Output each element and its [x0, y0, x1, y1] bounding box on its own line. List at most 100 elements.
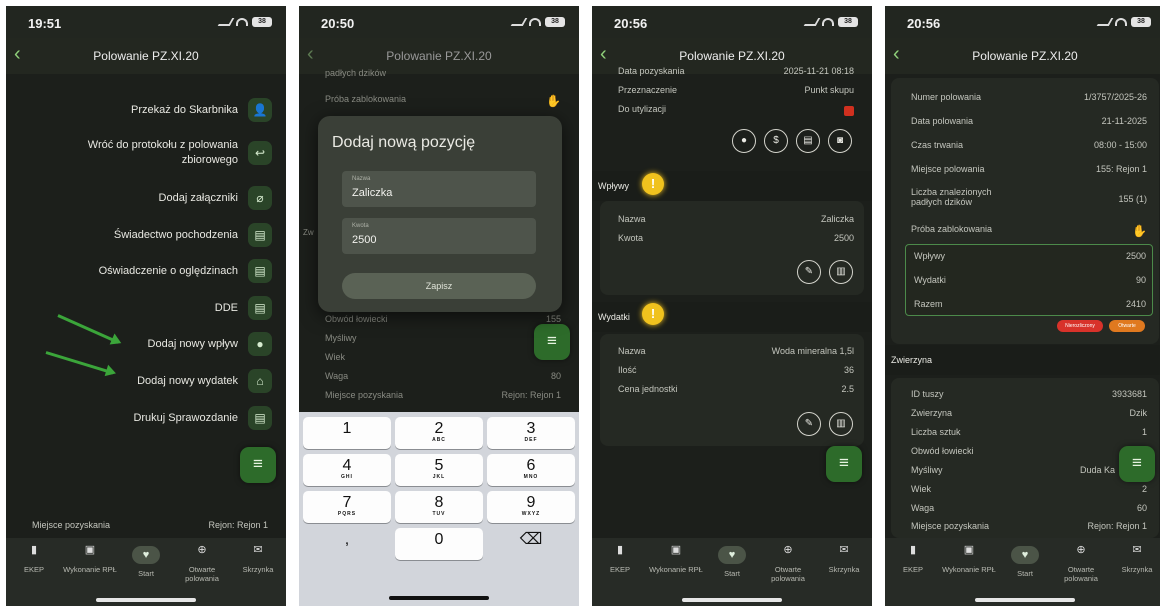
tab-bar: ▮ EKEP ▣ Wykonanie RPŁ ♥ Start ⊕ Otwarte pol…	[592, 538, 872, 606]
key-6[interactable]: 6 MNO	[487, 454, 575, 486]
menu-fab[interactable]: ≡	[1119, 446, 1155, 482]
menu-item-add-income[interactable]: Dodaj nowy wpływ ●	[148, 332, 272, 356]
edit-icon[interactable]: ✎	[797, 412, 821, 436]
finance-summary-box: Wpływy 2500 Wydatki 90 Razem 2410	[905, 244, 1153, 316]
status-time: 20:56	[907, 16, 941, 31]
tab-ekep[interactable]: ▮ EKEP	[885, 544, 941, 575]
document-icon: ▤	[248, 406, 272, 430]
menu-item-inspection[interactable]: Oświadczenie o oględzinach ▤	[99, 259, 272, 283]
key-7[interactable]: 7 PQRS	[303, 491, 391, 523]
key-8[interactable]: 8 TUV	[395, 491, 483, 523]
menu-item-certificate[interactable]: Świadectwo pochodzenia ▤	[114, 223, 272, 247]
edit-icon[interactable]: ✎	[797, 260, 821, 284]
menu-label: Dodaj nowy wydatek	[137, 374, 238, 387]
tab-inbox[interactable]: ✉ Skrzynka	[230, 545, 286, 575]
key-2[interactable]: 2 ABC	[395, 417, 483, 449]
tab-inbox[interactable]: ✉ Skrzynka	[1109, 545, 1160, 575]
wifi-icon	[1115, 18, 1127, 26]
book-icon: ▮	[909, 544, 917, 556]
expense-card: Nazwa Woda mineralna 1,5l Ilość 36 Cena je…	[600, 334, 864, 446]
wifi-icon	[529, 18, 541, 26]
document-icon: ▤	[248, 223, 272, 247]
menu-item-attachments[interactable]: Dodaj załączniki ⌀	[159, 186, 272, 210]
document-icon[interactable]: ▤	[796, 129, 820, 153]
hand-icon: ✋	[546, 94, 561, 108]
signal-icon	[510, 18, 528, 26]
menu-item-transfer[interactable]: Przekaż do Skarbnika 👤	[131, 98, 272, 122]
tab-bar: ▮ EKEP ▣ Wykonanie RPŁ ♥ Start ⊕ Otwarte pol…	[6, 538, 286, 606]
income-card: Nazwa Zaliczka Kwota 2500 ✎ ▥	[600, 201, 864, 295]
tab-bar: ▮ EKEP ▣ Wykonanie RPŁ ♥ Start ⊕ Otwarte pol…	[885, 538, 1160, 606]
tab-open-hunts[interactable]: ⊕ Otwarte polowania	[760, 545, 816, 584]
menu-item-print-report[interactable]: Drukuj Sprawozdanie ▤	[133, 406, 272, 430]
tab-execution[interactable]: ▣ Wykonanie RPŁ	[941, 544, 997, 575]
wifi-icon	[236, 18, 248, 26]
tab-execution[interactable]: ▣ Wykonanie RPŁ	[62, 545, 118, 575]
key-5[interactable]: 5 JKL	[395, 454, 483, 486]
key-0[interactable]: 0	[395, 528, 483, 560]
deer-icon: ♥	[718, 546, 746, 564]
tab-start[interactable]: ♥ Start	[997, 546, 1053, 578]
backspace-key[interactable]: ⌫	[487, 528, 575, 560]
tab-open-hunts[interactable]: ⊕ Otwarte polowania	[1053, 544, 1109, 584]
book-icon: ▮	[616, 544, 624, 556]
trash-icon[interactable]: ▥	[829, 412, 853, 436]
location-icon[interactable]: ●	[732, 129, 756, 153]
key-4[interactable]: 4 GHI	[303, 454, 391, 486]
menu-item-return-protocol[interactable]: Wróć do protokołu z polowania zbiorowego…	[42, 138, 272, 168]
signal-icon	[217, 18, 235, 26]
home-indicator	[96, 598, 196, 602]
tab-execution[interactable]: ▣ Wykonanie RPŁ	[648, 545, 704, 575]
page-title: Polowanie PZ.XI.20	[93, 49, 199, 63]
tab-start[interactable]: ♥ Start	[704, 546, 760, 578]
key-9[interactable]: 9 WXYZ	[487, 491, 575, 523]
dollar-icon[interactable]: $	[764, 129, 788, 153]
wifi-icon	[822, 18, 834, 26]
page-title: Polowanie PZ.XI.20	[386, 49, 492, 63]
deer-icon: ♥	[132, 546, 160, 564]
camera-icon[interactable]: ◙	[828, 129, 852, 153]
menu-label: Dodaj załączniki	[158, 191, 238, 204]
menu-label: DDE	[214, 301, 238, 314]
battery-icon: 38	[252, 17, 272, 27]
tab-inbox[interactable]: ✉ Skrzynka	[816, 544, 872, 575]
calendar-icon: ▣	[963, 544, 975, 556]
signal-icon	[803, 18, 821, 26]
key-3[interactable]: 3 DEF	[487, 417, 575, 449]
menu-item-dde[interactable]: DDE ▤	[215, 296, 272, 320]
tab-start[interactable]: ♥ Start	[118, 546, 174, 578]
key-1[interactable]: 1	[303, 417, 391, 449]
crosshair-icon: ⊕	[1076, 544, 1086, 556]
battery-icon: 38	[1131, 17, 1151, 27]
checkbox-checked[interactable]	[844, 106, 854, 116]
user-transfer-icon: 👤	[248, 98, 272, 122]
section-income-header: Wpływy	[592, 171, 872, 201]
menu-label: Oświadczenie o oględzinach	[98, 264, 238, 277]
status-time: 20:56	[614, 16, 648, 31]
hand-icon: ✋	[1132, 224, 1147, 238]
highlight-arrow	[45, 351, 114, 375]
home-indicator	[975, 598, 1075, 602]
numeric-keypad: 1 2 ABC 3 DEF 4 GHI 5 JKL 6 MNO 7 PQRS 8 TUV 9W…	[299, 412, 579, 606]
menu-item-add-expense[interactable]: Dodaj nowy wydatek ⌂	[137, 369, 272, 393]
tab-ekep[interactable]: ▮ EKEP	[592, 544, 648, 575]
page-title: Polowanie PZ.XI.20	[972, 49, 1078, 63]
save-button[interactable]: Zapisz	[342, 273, 536, 299]
menu-label: Drukuj Sprawozdanie	[133, 411, 238, 424]
tab-open-hunts[interactable]: ⊕ Otwarte polowania	[174, 545, 230, 584]
tab-ekep[interactable]: ▮ EKEP	[6, 544, 62, 575]
trash-icon[interactable]: ▥	[829, 260, 853, 284]
section-expense-header: Wydatki	[592, 302, 872, 332]
screen-menu: 19:51 38 ‹ Polowanie PZ.XI.20 Przekaż do…	[6, 6, 286, 606]
book-icon: ▮	[30, 544, 38, 556]
menu-fab[interactable]: ≡	[240, 447, 276, 483]
menu-fab[interactable]: ≡	[534, 324, 570, 360]
menu-label: Świadectwo pochodzenia	[113, 228, 238, 241]
amount-field[interactable]: Kwota 2500	[342, 218, 536, 254]
menu-fab[interactable]: ≡	[826, 446, 862, 482]
home-indicator	[389, 596, 489, 600]
key-comma[interactable]: ,	[303, 528, 391, 560]
name-field[interactable]: Nazwa Zaliczka	[342, 171, 536, 207]
inbox-icon: ✉	[839, 544, 849, 556]
document-icon: ▤	[248, 296, 272, 320]
